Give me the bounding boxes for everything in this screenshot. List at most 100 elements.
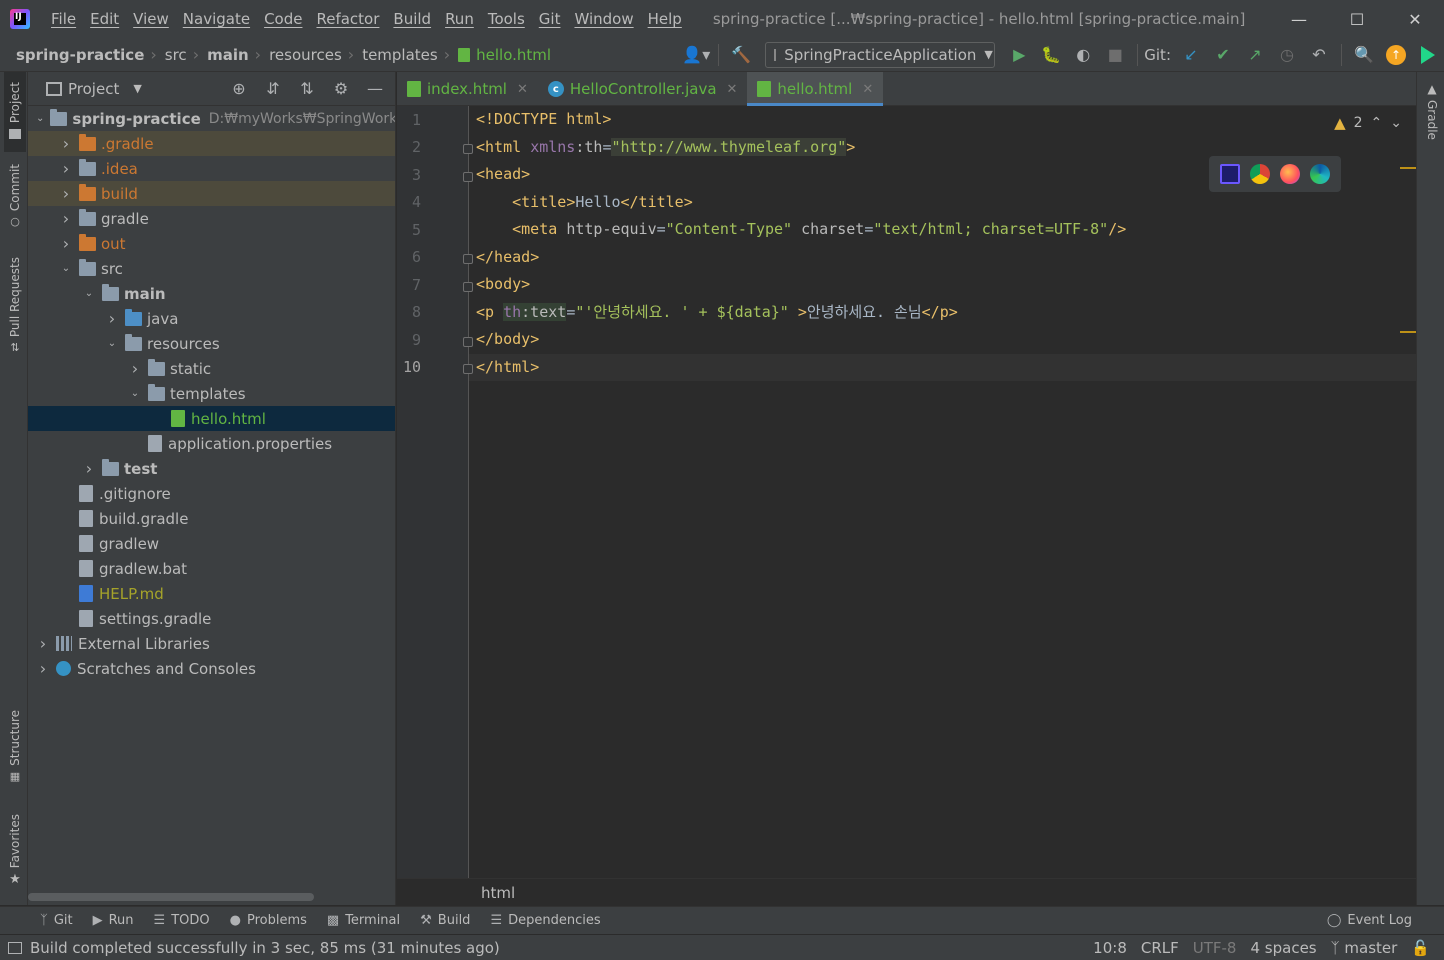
maximize-button[interactable]: ☐ <box>1328 0 1386 38</box>
chevron-up-icon[interactable]: ⌃ <box>1371 115 1383 131</box>
chevron-down-icon[interactable]: ⌄ <box>36 113 44 124</box>
tree-item[interactable]: › java <box>28 306 395 331</box>
chevron-down-icon[interactable]: ⌄ <box>82 288 96 299</box>
tree-item[interactable]: › test <box>28 456 395 481</box>
error-stripe-marker[interactable] <box>1400 331 1416 333</box>
menu-help[interactable]: Help <box>641 10 689 28</box>
fold-marker-icon[interactable] <box>463 364 473 374</box>
chevron-down-icon[interactable]: ▼ <box>133 82 141 95</box>
close-window-button[interactable]: ✕ <box>1386 0 1444 38</box>
chevron-right-icon[interactable]: › <box>105 309 119 328</box>
tree-item[interactable]: ⌄ src <box>28 256 395 281</box>
tree-item[interactable]: › build <box>28 181 395 206</box>
fold-marker-icon[interactable] <box>463 282 473 292</box>
chevron-down-icon[interactable]: ⌄ <box>1390 115 1402 131</box>
chevron-right-icon[interactable]: › <box>59 234 73 253</box>
breadcrumb-src[interactable]: src <box>159 46 191 64</box>
run-configuration-select[interactable]: SpringPracticeApplication ▼ <box>765 41 996 68</box>
tree-item[interactable]: ⌄ resources <box>28 331 395 356</box>
menu-code[interactable]: Code <box>257 10 309 28</box>
tree-item[interactable]: build.gradle <box>28 506 395 531</box>
search-icon[interactable]: 🔍 <box>1348 40 1380 70</box>
line-separator[interactable]: CRLF <box>1141 939 1179 957</box>
tab-pull-requests[interactable]: Pull Requests ⇅ <box>4 257 26 367</box>
user-icon[interactable]: 👤▾ <box>680 40 712 70</box>
lock-icon[interactable]: 🔓 <box>1411 939 1430 957</box>
close-icon[interactable]: ✕ <box>517 82 528 97</box>
breadcrumb-project[interactable]: spring-practice <box>0 46 148 64</box>
tree-item[interactable]: › Scratches and Consoles <box>28 656 395 681</box>
build-hammer-icon[interactable]: 🔨 <box>725 40 757 70</box>
menu-refactor[interactable]: Refactor <box>309 10 386 28</box>
chevron-down-icon[interactable]: ⌄ <box>59 263 73 274</box>
collapse-all-icon[interactable]: ⇅ <box>295 77 319 101</box>
code-editor[interactable]: 1 2 3 4 5 6 7 8 9 10 <!DOCTYPE html> <ht… <box>397 106 1416 878</box>
git-update-icon[interactable]: ↙ <box>1175 40 1207 70</box>
chevron-right-icon[interactable]: › <box>36 634 50 653</box>
git-commit-icon[interactable]: ✔ <box>1207 40 1239 70</box>
project-panel-title[interactable]: Project <box>68 80 119 98</box>
tab-gradle[interactable]: ▲ Gradle <box>1421 82 1443 152</box>
fold-marker-icon[interactable] <box>463 254 473 264</box>
tool-run[interactable]: ▶ Run <box>93 913 134 928</box>
tree-item[interactable]: .gitignore <box>28 481 395 506</box>
menu-navigate[interactable]: Navigate <box>176 10 257 28</box>
menu-run[interactable]: Run <box>438 10 481 28</box>
tab-commit[interactable]: Commit ○ <box>4 164 26 234</box>
git-push-icon[interactable]: ↗ <box>1239 40 1271 70</box>
chevron-right-icon[interactable]: › <box>128 359 142 378</box>
chevron-right-icon[interactable]: › <box>82 459 96 478</box>
fold-marker-icon[interactable] <box>463 172 473 182</box>
minimize-button[interactable]: — <box>1270 0 1328 38</box>
chevron-right-icon[interactable]: › <box>59 159 73 178</box>
horizontal-scrollbar[interactable] <box>28 893 314 901</box>
chevron-right-icon[interactable]: › <box>36 659 50 678</box>
menu-tools[interactable]: Tools <box>481 10 532 28</box>
intellij-browser-icon[interactable] <box>1220 164 1240 184</box>
chevron-down-icon[interactable]: ⌄ <box>128 388 142 399</box>
tree-item[interactable]: HELP.md <box>28 581 395 606</box>
inspection-widget[interactable]: ▲ 2 ⌃ ⌄ <box>1334 114 1402 132</box>
tool-build[interactable]: ⚒ Build <box>420 913 470 928</box>
gear-icon[interactable]: ⚙ <box>329 77 353 101</box>
tree-item[interactable]: gradlew <box>28 531 395 556</box>
error-stripe-marker[interactable] <box>1400 167 1416 169</box>
tree-item[interactable]: › out <box>28 231 395 256</box>
menu-git[interactable]: Git <box>532 10 568 28</box>
edge-icon[interactable] <box>1310 164 1330 184</box>
coverage-icon[interactable]: ◐ <box>1067 40 1099 70</box>
chrome-icon[interactable] <box>1250 164 1270 184</box>
breadcrumb-resources[interactable]: resources <box>263 46 346 64</box>
chevron-right-icon[interactable]: › <box>59 184 73 203</box>
tree-item[interactable]: ⌄ templates <box>28 381 395 406</box>
menu-window[interactable]: Window <box>567 10 640 28</box>
status-message[interactable]: Build completed successfully in 3 sec, 8… <box>8 939 500 957</box>
git-branch-widget[interactable]: ᛉ master <box>1331 939 1398 957</box>
tool-todo[interactable]: ☰ TODO <box>154 913 210 928</box>
tree-item[interactable]: › .gradle <box>28 131 395 156</box>
caret-position[interactable]: 10:8 <box>1093 939 1127 957</box>
chevron-down-icon[interactable]: ⌄ <box>105 338 119 349</box>
tab-index-html[interactable]: index.html ✕ <box>397 72 538 106</box>
git-history-icon[interactable]: ◷ <box>1271 40 1303 70</box>
fold-marker-icon[interactable] <box>463 337 473 347</box>
tree-item[interactable]: › External Libraries <box>28 631 395 656</box>
tool-terminal[interactable]: ▩ Terminal <box>327 913 400 928</box>
locate-file-icon[interactable]: ⊕ <box>227 77 251 101</box>
breadcrumb-main[interactable]: main <box>201 46 253 64</box>
stop-icon[interactable]: ■ <box>1099 40 1131 70</box>
close-icon[interactable]: ✕ <box>862 82 873 97</box>
toggle-tool-windows-icon[interactable] <box>8 941 22 954</box>
tree-item[interactable]: › static <box>28 356 395 381</box>
breadcrumb-templates[interactable]: templates <box>356 46 442 64</box>
hide-panel-icon[interactable]: — <box>363 77 387 101</box>
breadcrumb-file[interactable]: hello.html <box>452 46 555 64</box>
firefox-icon[interactable] <box>1280 164 1300 184</box>
menu-file[interactable]: File <box>44 10 83 28</box>
debug-icon[interactable]: 🐛 <box>1035 40 1067 70</box>
chevron-right-icon[interactable]: › <box>59 209 73 228</box>
expand-all-icon[interactable]: ⇵ <box>261 77 285 101</box>
tab-project[interactable]: Project <box>4 72 26 152</box>
tool-problems[interactable]: ● Problems <box>230 913 307 928</box>
tab-hello-controller[interactable]: c HelloController.java ✕ <box>538 72 748 106</box>
